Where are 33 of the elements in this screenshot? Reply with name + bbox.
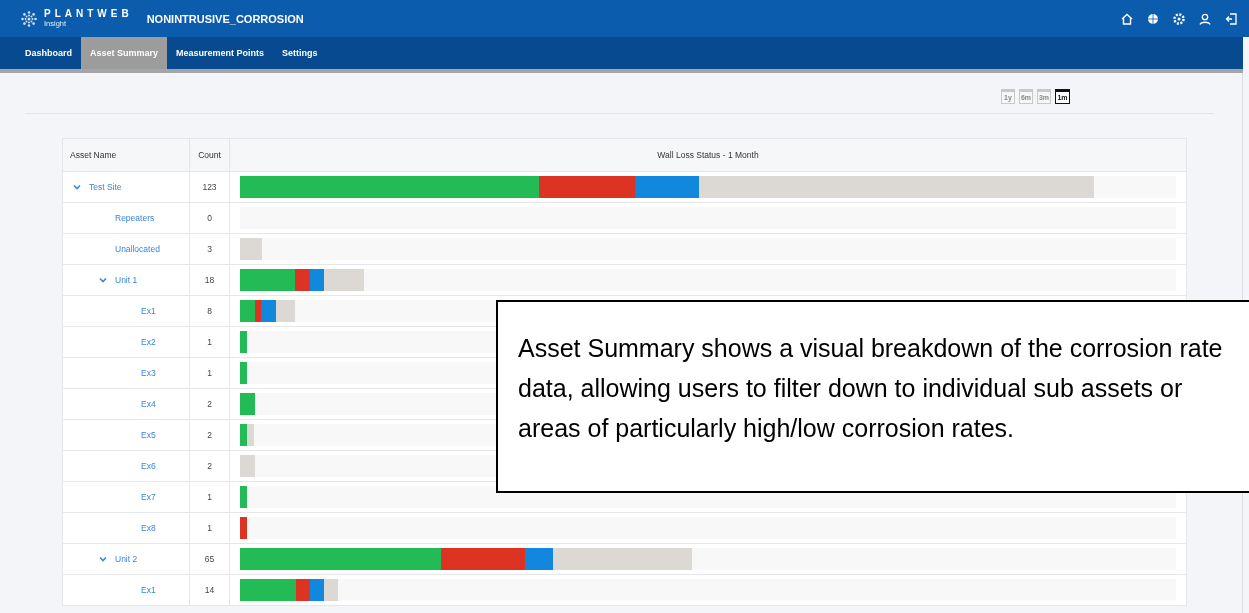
asset-link[interactable]: Ex7 xyxy=(141,492,156,502)
asset-link[interactable]: Ex3 xyxy=(141,368,156,378)
asset-link[interactable]: Ex1 xyxy=(141,585,156,595)
chevron-down-icon[interactable] xyxy=(73,184,81,190)
column-header: Wall Loss Status - 1 Month xyxy=(229,138,1187,172)
logo-icon xyxy=(20,9,38,28)
asset-link[interactable]: Ex2 xyxy=(141,337,156,347)
nav-tab[interactable]: Settings xyxy=(273,37,327,69)
brand-name: PLANTWEB xyxy=(44,9,133,20)
globe-icon[interactable] xyxy=(1147,12,1159,25)
asset-link[interactable]: Ex6 xyxy=(141,461,156,471)
home-icon[interactable] xyxy=(1121,12,1133,25)
logout-icon[interactable] xyxy=(1225,12,1237,25)
asset-link[interactable]: Ex5 xyxy=(141,430,156,440)
user-icon[interactable] xyxy=(1199,12,1211,25)
asset-link[interactable]: Unallocated xyxy=(115,244,160,254)
nav-tab[interactable]: Measurement Points xyxy=(167,37,274,69)
nav-tab[interactable]: Dashboard xyxy=(16,37,81,69)
asset-link[interactable]: Ex8 xyxy=(141,523,156,533)
asset-link[interactable]: Ex4 xyxy=(141,399,156,409)
asset-link[interactable]: Unit 1 xyxy=(115,275,138,285)
asset-link[interactable]: Repeaters xyxy=(115,213,155,223)
callout-text: Asset Summary shows a visual breakdown of the corrosion rate data, allowing users to filter down to individual sub assets or areas of particularly high/low corrosion rates. xyxy=(518,333,1223,444)
asset-link[interactable]: Test Site xyxy=(89,182,122,192)
column-header: Count xyxy=(189,138,230,172)
chevron-down-icon[interactable] xyxy=(99,556,107,562)
asset-link[interactable]: Unit 2 xyxy=(115,554,138,564)
app-title: NONINTRUSIVE_CORROSION xyxy=(146,12,304,25)
chevron-down-icon[interactable] xyxy=(99,277,107,283)
settings-icon[interactable] xyxy=(1173,12,1185,25)
asset-link[interactable]: Ex1 xyxy=(141,306,156,316)
column-header: Asset Name xyxy=(62,138,190,172)
nav-tab[interactable]: Asset Summary xyxy=(81,37,168,69)
